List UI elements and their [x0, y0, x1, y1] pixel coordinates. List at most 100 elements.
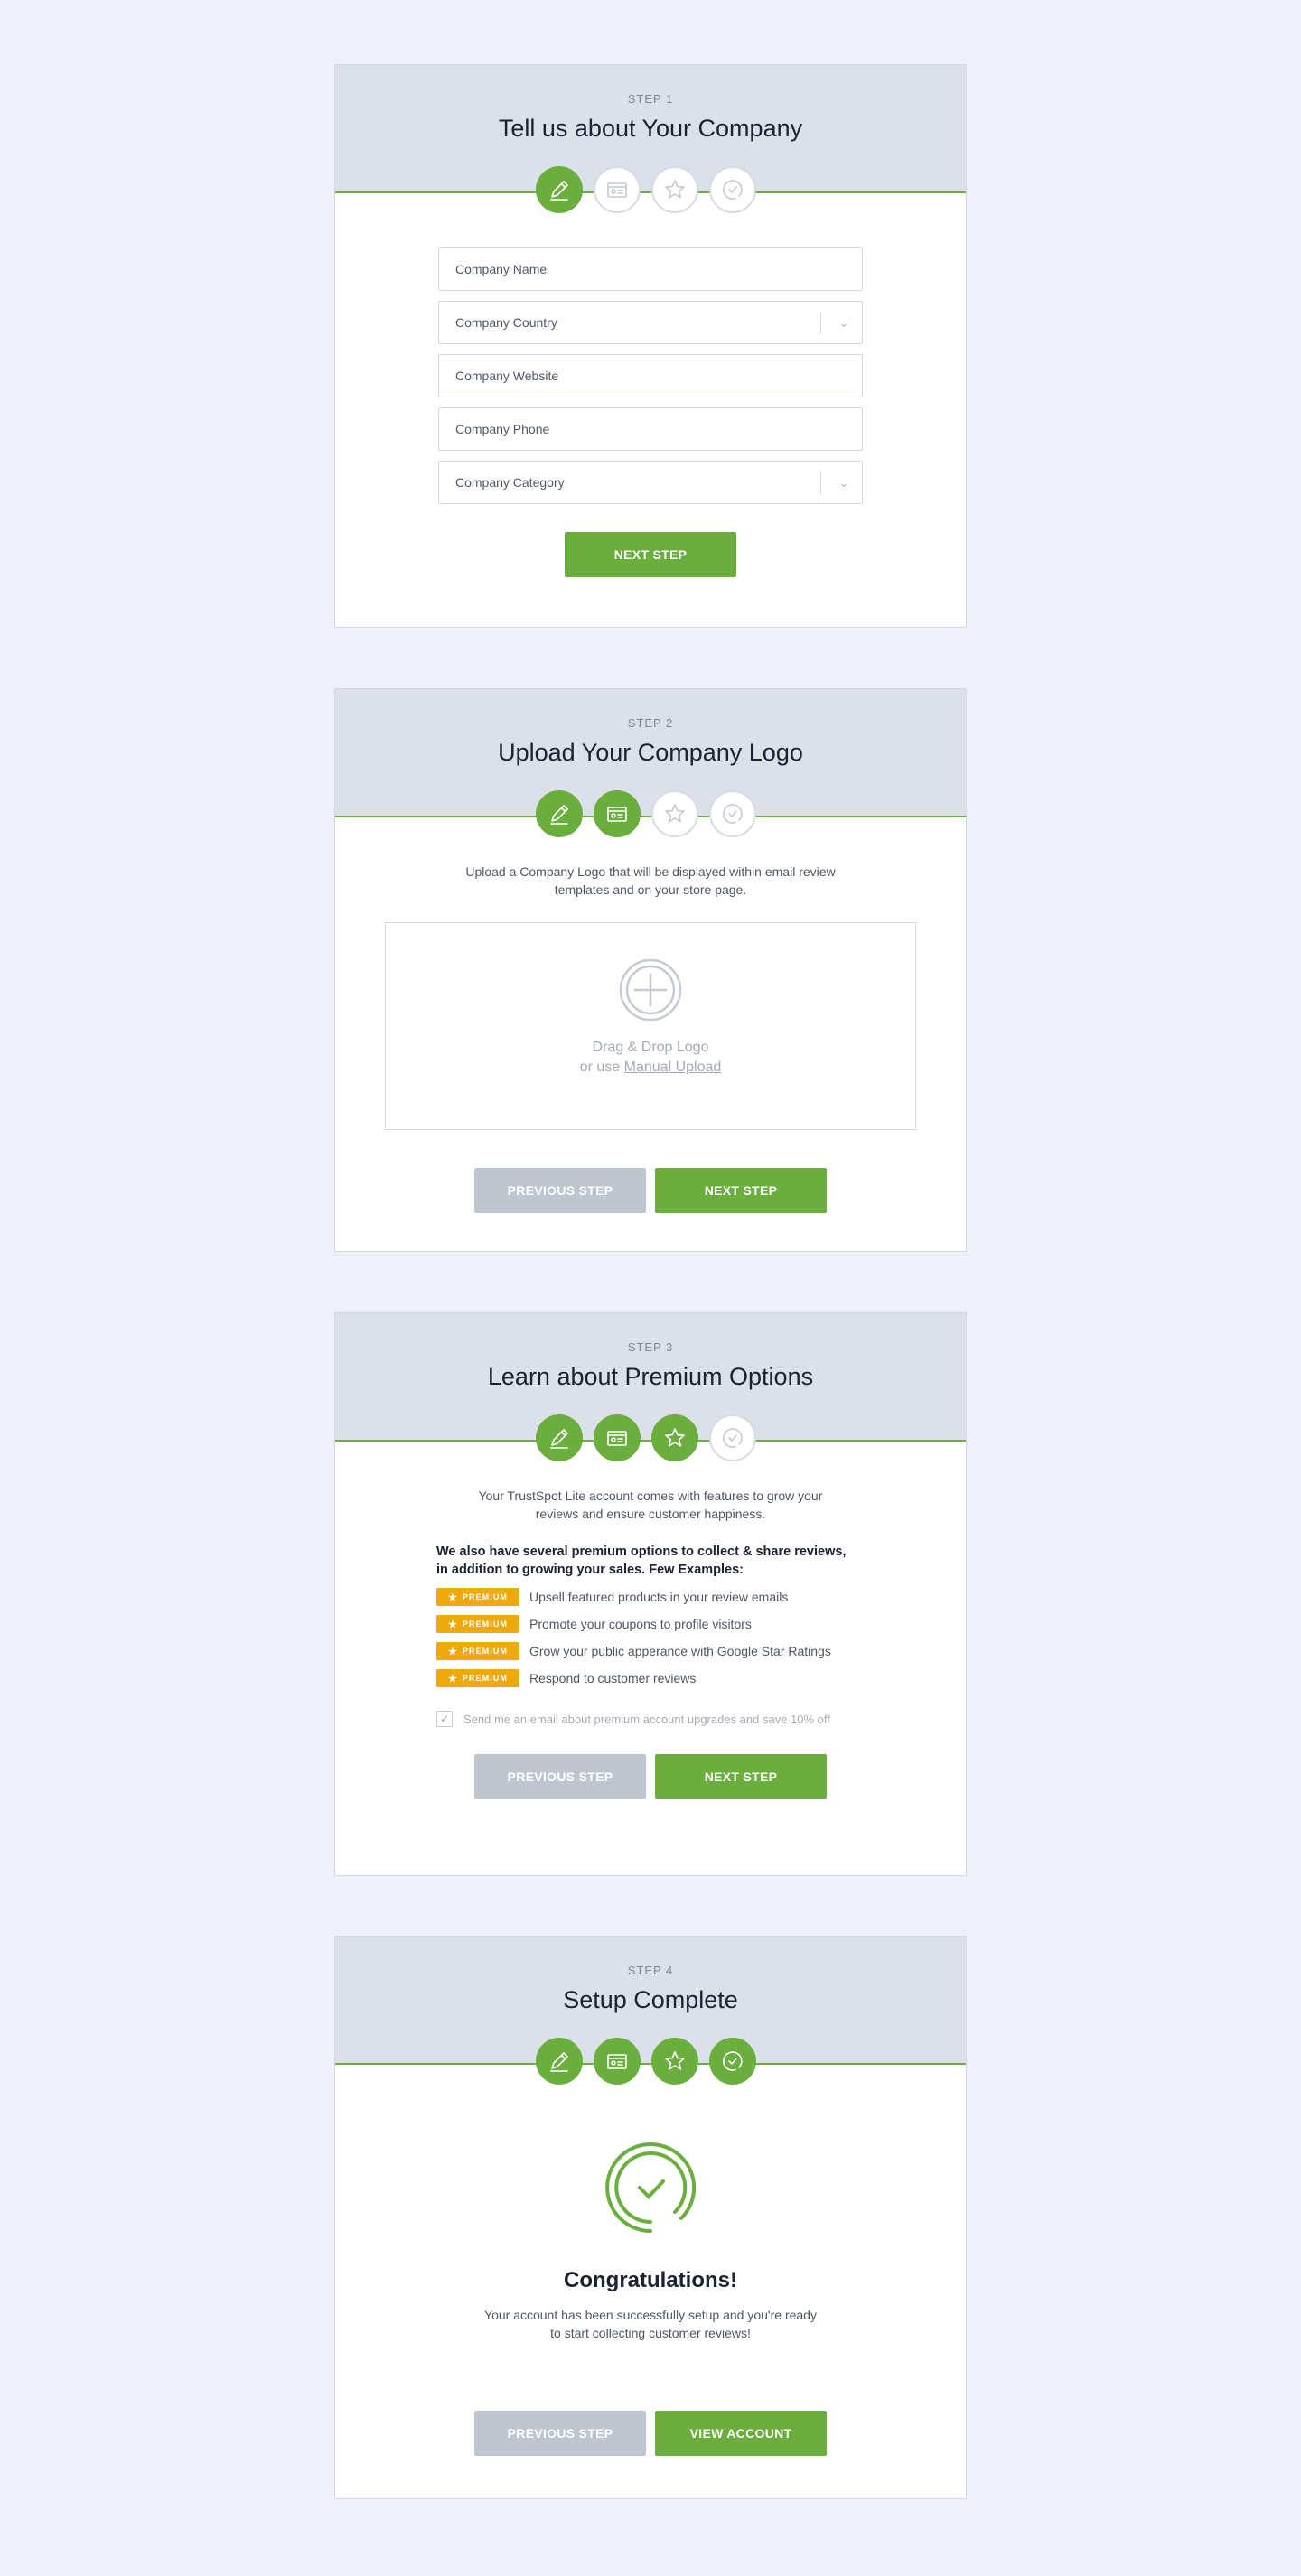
premium-list: ★ PREMIUM Upsell featured products in you… — [436, 1588, 865, 1687]
step-label: STEP 1 — [627, 92, 674, 106]
next-step-button[interactable]: NEXT STEP — [565, 532, 736, 577]
add-circle-icon — [619, 958, 682, 1022]
upload-intro-line: templates and on your store page. — [554, 882, 747, 897]
clock-check-icon — [723, 804, 743, 824]
premium-badge: ★ PREMIUM — [436, 1669, 519, 1687]
company-website-input[interactable]: Company Website — [438, 354, 863, 397]
pencil-icon — [550, 1429, 568, 1449]
premium-heading-line: We also have several premium options to … — [436, 1545, 847, 1559]
premium-intro: Your TrustSpot Lite account comes with f… — [335, 1487, 966, 1523]
id-card-icon — [607, 2054, 627, 2069]
chevron-down-icon[interactable]: ⌄ — [838, 462, 849, 503]
list-item: ★ PREMIUM Promote your coupons to profile… — [436, 1615, 865, 1633]
premium-badge-label: PREMIUM — [462, 1592, 509, 1601]
step2-card: STEP 2 Upload Your Company Logo Upload a… — [334, 688, 967, 1252]
next-step-button[interactable]: NEXT STEP — [655, 1168, 827, 1213]
complete-graphic — [335, 2141, 966, 2239]
previous-step-button[interactable]: PREVIOUS STEP — [474, 1168, 646, 1213]
step3-actions: PREVIOUS STEP NEXT STEP — [335, 1754, 966, 1799]
star-icon — [665, 1428, 685, 1447]
page-title: Tell us about Your Company — [498, 115, 803, 142]
clock-check-icon — [605, 2142, 697, 2233]
step-indicator-2 — [594, 2038, 641, 2085]
star-icon: ★ — [447, 1673, 457, 1685]
previous-step-button[interactable]: PREVIOUS STEP — [474, 2411, 646, 2456]
premium-badge-label: PREMIUM — [462, 1619, 509, 1629]
step4-actions: PREVIOUS STEP VIEW ACCOUNT — [335, 2411, 966, 2456]
step1-card: STEP 1 Tell us about Your Company Compan… — [334, 64, 967, 628]
email-opt-in: ✓ Send me an email about premium account… — [436, 1711, 865, 1727]
step4-header: STEP 4 Setup Complete — [335, 1937, 966, 2085]
step-progress — [536, 166, 756, 213]
step-indicator-3 — [651, 166, 698, 213]
step-indicator-4 — [709, 166, 756, 213]
step-indicator-4 — [709, 2038, 756, 2085]
company-category-select[interactable]: Company Category ⌄ — [438, 461, 863, 504]
step3-header: STEP 3 Learn about Premium Options — [335, 1313, 966, 1461]
step-indicator-3 — [651, 2038, 698, 2085]
step1-header: STEP 1 Tell us about Your Company — [335, 65, 966, 213]
star-icon — [665, 2051, 685, 2070]
premium-item-text: Respond to customer reviews — [529, 1671, 697, 1685]
premium-item-text: Promote your coupons to profile visitors — [529, 1617, 752, 1631]
congratulations-heading: Congratulations! — [564, 2268, 737, 2292]
company-phone-input[interactable]: Company Phone — [438, 407, 863, 451]
email-opt-in-label[interactable]: Send me an email about premium account u… — [463, 1713, 830, 1726]
previous-step-button[interactable]: PREVIOUS STEP — [474, 1754, 646, 1799]
premium-item-text: Upsell featured products in your review … — [529, 1590, 789, 1604]
step-indicator-1 — [536, 790, 583, 837]
clock-check-icon — [723, 2051, 743, 2071]
clock-check-icon — [723, 180, 743, 200]
star-icon: ★ — [447, 1646, 457, 1657]
completion-message-line: Your account has been successfully setup… — [484, 2308, 817, 2322]
page-title: Upload Your Company Logo — [498, 739, 803, 766]
step4-card: STEP 4 Setup Complete Congratulations! Y… — [334, 1936, 967, 2499]
step-indicator-4 — [709, 1414, 756, 1461]
step-indicator-2 — [594, 1414, 641, 1461]
drop-subtitle: or use Manual Upload — [386, 1058, 915, 1078]
step1-actions: NEXT STEP — [335, 532, 966, 577]
completion-message-line: to start collecting customer reviews! — [550, 2326, 751, 2340]
pencil-icon — [550, 805, 568, 825]
company-form: Company Name Company Country ⌄ Company W… — [438, 247, 863, 504]
company-name-input[interactable]: Company Name — [438, 247, 863, 291]
pencil-icon — [550, 181, 568, 201]
step-indicator-1 — [536, 1414, 583, 1461]
premium-badge-label: PREMIUM — [462, 1647, 509, 1656]
email-opt-in-checkbox[interactable]: ✓ — [436, 1711, 453, 1727]
manual-upload-link[interactable]: Manual Upload — [624, 1059, 722, 1075]
premium-intro-line: reviews and ensure customer happiness. — [535, 1507, 766, 1521]
page-title: Learn about Premium Options — [487, 1363, 814, 1390]
drop-instructions: Drag & Drop Logo or use Manual Upload — [386, 1038, 915, 1078]
select-divider — [820, 313, 821, 334]
id-card-icon — [607, 807, 627, 822]
premium-intro-line: Your TrustSpot Lite account comes with f… — [478, 1489, 823, 1503]
id-card-icon — [607, 1431, 627, 1446]
step-indicator-4 — [709, 790, 756, 837]
company-country-select[interactable]: Company Country ⌄ — [438, 301, 863, 344]
premium-heading: We also have several premium options to … — [436, 1543, 865, 1579]
pencil-icon — [550, 2052, 568, 2072]
logo-drop-zone[interactable]: Drag & Drop Logo or use Manual Upload — [385, 922, 916, 1130]
step-indicator-1 — [536, 2038, 583, 2085]
select-divider — [820, 472, 821, 494]
star-icon: ★ — [447, 1591, 457, 1603]
step-progress — [536, 790, 756, 837]
premium-badge: ★ PREMIUM — [436, 1588, 519, 1606]
premium-item-text: Grow your public apperance with Google S… — [529, 1644, 831, 1658]
premium-heading-line: in addition to growing your sales. Few E… — [436, 1563, 744, 1577]
step-label: STEP 2 — [627, 716, 674, 730]
list-item: ★ PREMIUM Grow your public apperance with… — [436, 1642, 865, 1660]
star-icon — [665, 804, 685, 823]
step3-card: STEP 3 Learn about Premium Options Your … — [334, 1312, 967, 1876]
next-step-button[interactable]: NEXT STEP — [655, 1754, 827, 1799]
step-label: STEP 4 — [627, 1964, 674, 1977]
step-progress — [536, 1414, 756, 1461]
premium-badge: ★ PREMIUM — [436, 1642, 519, 1660]
company-phone-placeholder: Company Phone — [455, 422, 550, 436]
view-account-button[interactable]: VIEW ACCOUNT — [655, 2411, 827, 2456]
chevron-down-icon[interactable]: ⌄ — [838, 302, 849, 343]
page-title: Setup Complete — [563, 1986, 738, 2013]
step2-header: STEP 2 Upload Your Company Logo — [335, 689, 966, 837]
step-indicator-3 — [651, 790, 698, 837]
